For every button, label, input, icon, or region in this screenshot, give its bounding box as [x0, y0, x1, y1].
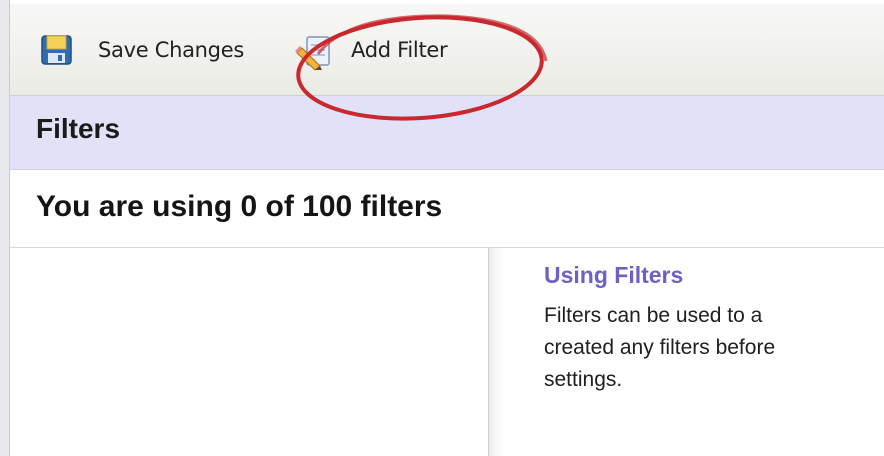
filter-list-pane [10, 248, 488, 456]
save-changes-label: Save Changes [98, 38, 244, 62]
pane-splitter[interactable] [488, 248, 504, 456]
filter-usage-text: You are using 0 of 100 filters [36, 190, 443, 223]
help-text-line: Filters can be used to a [544, 304, 763, 327]
page-title: Filters [36, 113, 121, 144]
help-text: Filters can be used to a created any fil… [544, 300, 884, 396]
toolbar: Save Changes Add Filter [10, 0, 884, 96]
help-panel: Using Filters Filters can be used to a c… [544, 262, 884, 396]
add-filter-button[interactable]: Add Filter [295, 30, 448, 71]
add-filter-label: Add Filter [351, 38, 448, 62]
filters-page: Save Changes Add Filter Filters You are … [0, 0, 884, 456]
help-heading: Using Filters [544, 262, 684, 288]
filter-usage-bar: You are using 0 of 100 filters [10, 170, 884, 248]
save-changes-button[interactable]: Save Changes [40, 30, 244, 70]
floppy-disk-icon [40, 33, 74, 67]
pencil-note-icon [295, 33, 330, 71]
help-text-line: created any filters before [544, 336, 776, 359]
filters-header-bar: Filters [10, 96, 884, 170]
toolbar-top-highlight [10, 0, 884, 4]
help-text-line: settings. [544, 368, 623, 391]
window-left-border [0, 0, 10, 456]
